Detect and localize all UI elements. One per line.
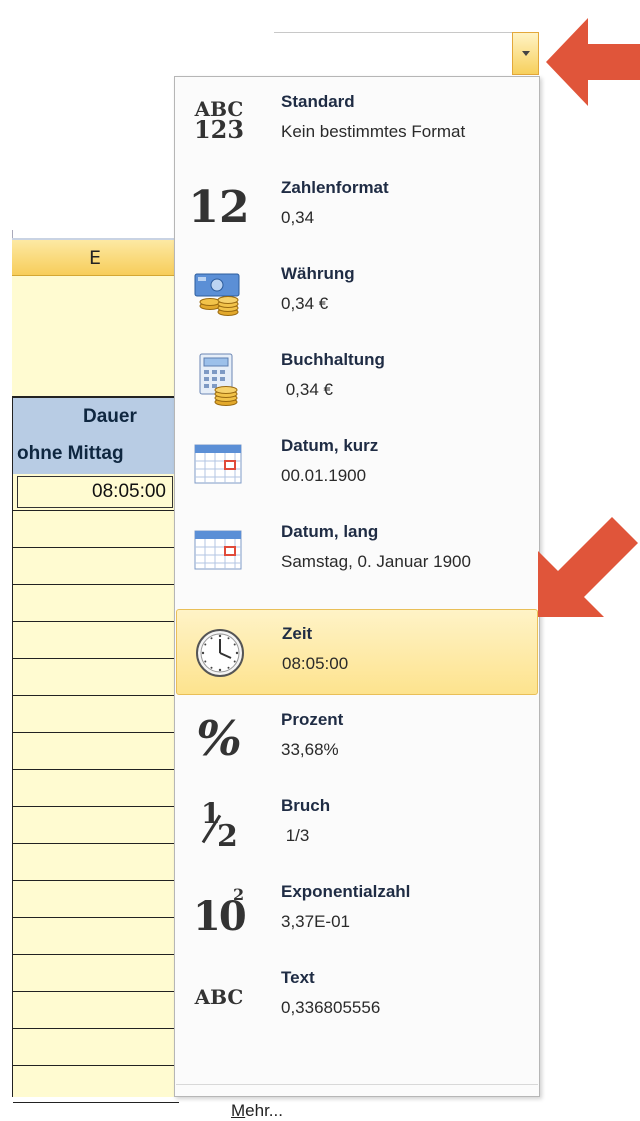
annotation-arrow-top <box>546 18 640 106</box>
column-header-e[interactable]: E <box>12 238 178 276</box>
percent-icon: % <box>196 711 242 767</box>
menu-item-example: 1/3 <box>281 826 310 845</box>
menu-item-label: Datum, kurz <box>281 436 379 455</box>
menu-item-example: 0,34 <box>281 208 315 227</box>
menu-item-bruch[interactable]: 1 2 Bruch 1/3 <box>176 782 538 868</box>
data-rows: 08:05:00 <box>12 474 179 1103</box>
dropdown-button[interactable] <box>512 32 539 75</box>
text-abc-icon: ABC <box>194 985 244 1009</box>
abc-123-icon: ABC 123 <box>193 97 245 145</box>
cell-area-top[interactable] <box>12 276 178 396</box>
number-12-icon: 12 <box>188 181 250 233</box>
table-row[interactable] <box>13 770 179 807</box>
menu-item-waehrung[interactable]: Währung 0,34 € <box>176 250 538 336</box>
more-formats-link[interactable]: Mehr... <box>231 1101 283 1121</box>
clock-icon <box>185 620 255 686</box>
table-row[interactable] <box>13 511 179 548</box>
table-row[interactable] <box>13 1066 179 1103</box>
menu-separator <box>176 1084 538 1085</box>
menu-item-example: 3,37E-01 <box>281 912 350 931</box>
menu-item-label: Bruch <box>281 796 331 815</box>
accelerator-key: M <box>231 1101 246 1120</box>
menu-item-label: Buchhaltung <box>281 350 385 369</box>
table-row[interactable] <box>13 585 179 622</box>
menu-item-label: Datum, lang <box>281 522 379 541</box>
column-letter: E <box>88 247 101 269</box>
table-row[interactable] <box>13 955 179 992</box>
table-row[interactable] <box>13 1029 179 1066</box>
menu-item-datum-kurz[interactable]: Datum, kurz 00.01.1900 <box>176 422 538 508</box>
menu-item-label: Exponentialzahl <box>281 882 411 901</box>
header-line-1: Dauer <box>83 406 137 427</box>
table-row[interactable] <box>13 844 179 881</box>
table-row[interactable] <box>13 807 179 844</box>
number-format-combobox[interactable] <box>274 32 539 74</box>
menu-item-buchhaltung[interactable]: Buchhaltung 0,34 € <box>176 336 538 422</box>
table-row[interactable] <box>13 992 179 1029</box>
menu-item-standard[interactable]: ABC 123 Standard Kein bestimmtes Format <box>176 78 538 164</box>
fraction-icon: 1 2 <box>201 797 238 854</box>
more-label: ehr... <box>245 1101 283 1120</box>
number-format-menu: ABC 123 Standard Kein bestimmtes Format … <box>174 76 540 1120</box>
spreadsheet-area: E Dauer ohne Mittag 08:05:00 <box>0 230 179 1103</box>
menu-item-example: 0,34 € <box>281 294 329 313</box>
menu-item-example: Kein bestimmtes Format <box>281 122 466 141</box>
table-row[interactable] <box>13 659 179 696</box>
currency-icon <box>184 260 254 326</box>
menu-item-exponentialzahl[interactable]: 10 2 Exponentialzahl 3,37E-01 <box>176 868 538 954</box>
table-row[interactable] <box>13 881 179 918</box>
active-cell[interactable]: 08:05:00 <box>17 476 173 508</box>
menu-item-label: Prozent <box>281 710 344 729</box>
menu-item-label: Standard <box>281 92 355 111</box>
menu-item-example: 0,34 € <box>281 380 333 399</box>
table-row[interactable] <box>13 622 179 659</box>
menu-item-example: 0,336805556 <box>281 998 381 1017</box>
menu-item-example: Samstag, 0. Januar 1900 <box>281 552 471 571</box>
menu-item-prozent[interactable]: % Prozent 33,68% <box>176 696 538 782</box>
calendar-long-icon <box>184 518 254 584</box>
table-header-cell[interactable]: Dauer ohne Mittag <box>12 396 178 474</box>
exponent-icon: 10 2 <box>193 885 247 940</box>
annotation-arrow-zeit <box>538 517 638 617</box>
menu-item-label: Währung <box>281 264 355 283</box>
menu-item-text[interactable]: ABC Text 0,336805556 <box>176 954 538 1040</box>
menu-item-label: Zeit <box>282 624 313 643</box>
accounting-icon <box>184 346 254 412</box>
menu-item-datum-lang[interactable]: Datum, lang Samstag, 0. Januar 1900 <box>176 508 538 594</box>
table-row[interactable] <box>13 918 179 955</box>
menu-item-example: 00.01.1900 <box>281 466 367 485</box>
chevron-down-icon <box>522 51 530 56</box>
menu-item-example: 33,68% <box>281 740 339 759</box>
header-line-2: ohne Mittag <box>17 443 124 464</box>
menu-item-zahlenformat[interactable]: 12 Zahlenformat 0,34 <box>176 164 538 250</box>
table-row[interactable] <box>13 548 179 585</box>
menu-item-example: 08:05:00 <box>282 654 349 673</box>
table-row[interactable] <box>13 696 179 733</box>
table-row[interactable] <box>13 733 179 770</box>
menu-item-zeit[interactable]: Zeit 08:05:00 <box>176 609 538 695</box>
calendar-short-icon <box>184 432 254 498</box>
table-row[interactable]: 08:05:00 <box>13 474 179 511</box>
menu-item-label: Text <box>281 968 315 987</box>
menu-item-label: Zahlenformat <box>281 178 389 197</box>
